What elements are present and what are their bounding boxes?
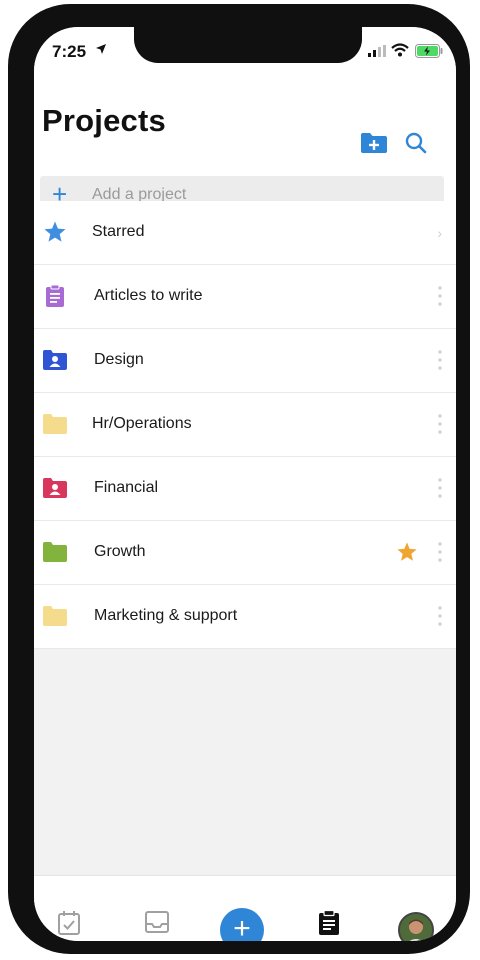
tab-bar: +	[34, 875, 456, 941]
cellular-signal-icon	[368, 45, 386, 57]
projects-icon[interactable]	[318, 910, 340, 936]
list-item-project[interactable]: Design	[34, 329, 456, 393]
more-vertical-icon[interactable]	[438, 605, 442, 627]
phone-frame: 7:25 Projects + Add a project Starred › …	[8, 4, 470, 954]
list-item-project[interactable]: Marketing & support	[34, 585, 456, 649]
more-vertical-icon[interactable]	[438, 541, 442, 563]
page-title: Projects	[42, 103, 166, 138]
list-item-starred[interactable]: Starred ›	[34, 201, 456, 265]
list-item-project[interactable]: Hr/Operations	[34, 393, 456, 457]
avatar[interactable]	[398, 912, 434, 941]
list-item-label: Marketing & support	[94, 607, 238, 624]
list-item-label: Articles to write	[94, 287, 203, 304]
inbox-icon[interactable]	[145, 910, 169, 934]
folder-icon	[43, 542, 67, 562]
shared-folder-icon	[43, 478, 67, 498]
add-task-button[interactable]: +	[220, 908, 264, 941]
folder-icon	[43, 606, 67, 626]
calendar-icon[interactable]	[58, 910, 80, 936]
folder-plus-icon[interactable]	[360, 131, 388, 155]
list-item-label: Starred	[92, 223, 145, 240]
app-screen: 7:25 Projects + Add a project Starred › …	[34, 27, 456, 941]
shared-folder-icon	[43, 350, 67, 370]
project-list: Starred › Articles to write Design Hr/Op…	[34, 201, 456, 649]
search-icon[interactable]	[403, 130, 429, 156]
list-item-project[interactable]: Financial	[34, 457, 456, 521]
more-vertical-icon[interactable]	[438, 413, 442, 435]
wifi-icon	[391, 43, 409, 57]
list-item-label: Hr/Operations	[92, 415, 192, 432]
chevron-right-icon: ›	[437, 225, 442, 241]
list-item-label: Financial	[94, 479, 159, 496]
more-vertical-icon[interactable]	[438, 285, 442, 307]
status-time: 7:25	[52, 42, 87, 61]
folder-icon	[43, 414, 67, 434]
list-item-label: Design	[94, 351, 144, 368]
list-item-project[interactable]: Growth	[34, 521, 456, 585]
clipboard-icon	[46, 284, 64, 307]
list-item-project[interactable]: Articles to write	[34, 265, 456, 329]
star-icon	[44, 221, 66, 242]
location-arrow-icon	[96, 44, 106, 54]
list-item-label: Growth	[94, 543, 146, 560]
more-vertical-icon[interactable]	[438, 477, 442, 499]
device-notch	[134, 27, 362, 63]
favorite-star-icon[interactable]	[396, 541, 418, 563]
battery-charging-icon	[415, 44, 443, 58]
more-vertical-icon[interactable]	[438, 349, 442, 371]
